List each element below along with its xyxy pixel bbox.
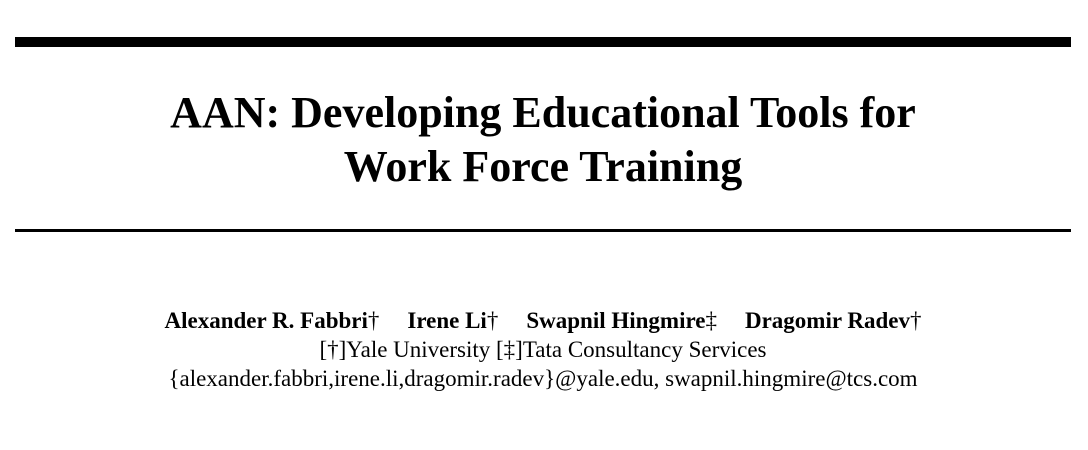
paper-title-line-2: Work Force Training — [343, 142, 743, 191]
title-bottom-rule — [15, 229, 1071, 232]
affiliation-mark: † — [910, 308, 922, 333]
affiliations: [†]Yale University [‡]Tata Consultancy S… — [319, 337, 767, 362]
affiliation-mark: ‡ — [705, 308, 717, 333]
author-hingmire: Swapnil Hingmire‡ — [526, 306, 717, 335]
author-block: Alexander R. Fabbri† Irene Li† Swapnil Hin… — [0, 306, 1086, 393]
paper-title: AAN: Developing Educational Tools for Wo… — [0, 86, 1086, 194]
affiliation-mark: † — [486, 308, 499, 333]
title-top-rule — [15, 37, 1071, 47]
author-name: Alexander R. Fabbri — [164, 308, 368, 333]
affiliation-mark: † — [367, 308, 380, 333]
author-li: Irene Li† — [407, 306, 498, 335]
author-name: Irene Li — [407, 308, 487, 333]
author-radev: Dragomir Radev† — [745, 306, 922, 335]
author-emails: {alexander.fabbri,irene.li,dragomir.rade… — [168, 366, 918, 391]
author-name: Swapnil Hingmire — [526, 308, 706, 333]
author-name: Dragomir Radev — [744, 308, 910, 333]
paper-title-line-1: AAN: Developing Educational Tools for — [170, 88, 916, 137]
author-list: Alexander R. Fabbri† Irene Li† Swapnil Hin… — [0, 306, 1086, 335]
author-fabbri: Alexander R. Fabbri† — [165, 306, 380, 335]
